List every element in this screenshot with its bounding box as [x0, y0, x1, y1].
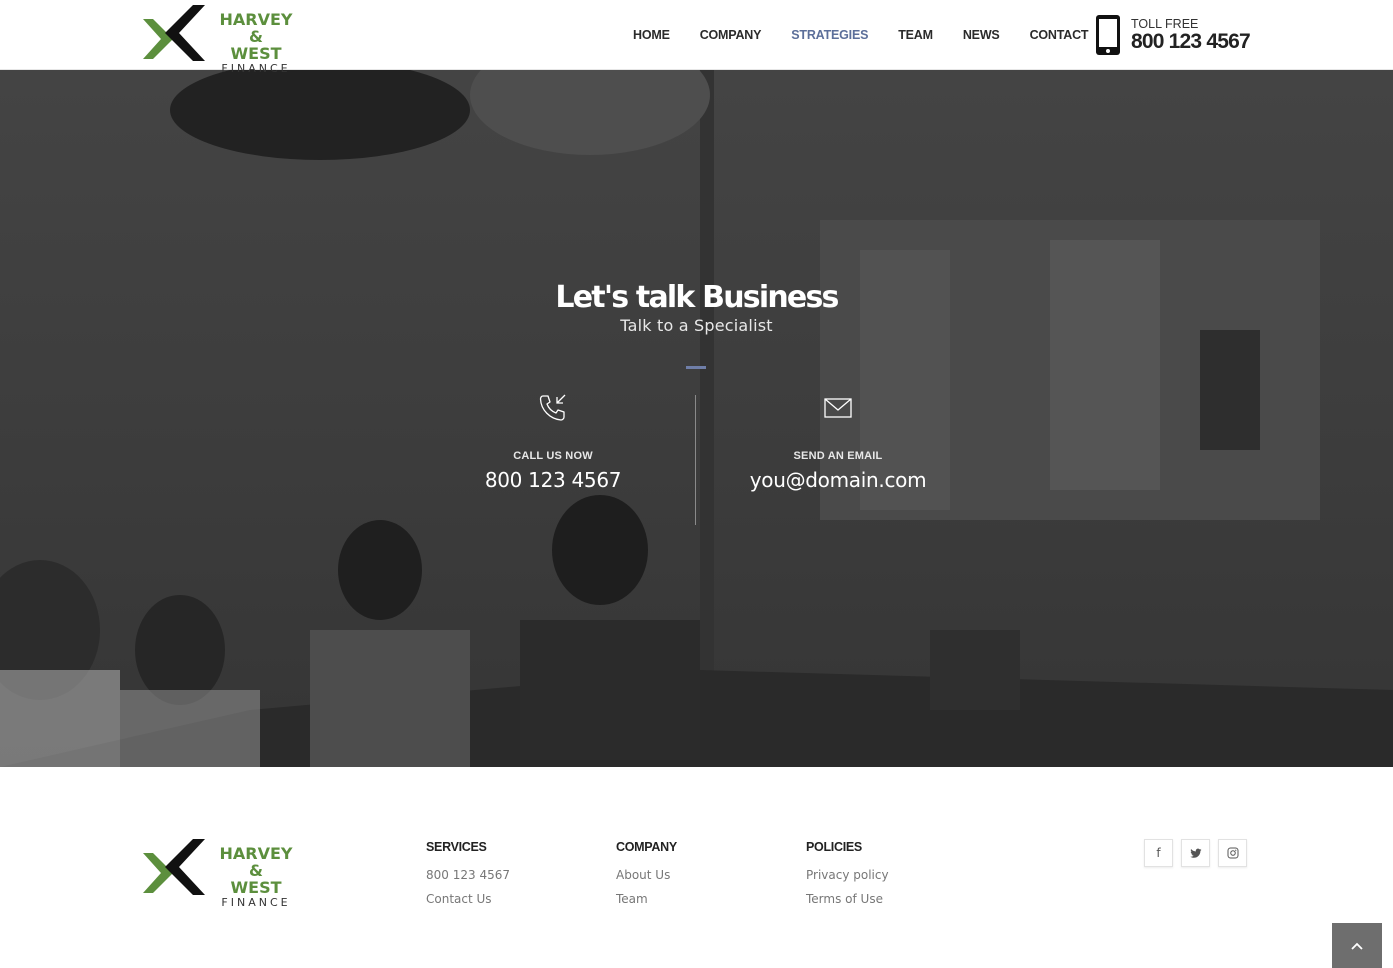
logo-text-line3: FINANCE — [221, 62, 291, 75]
footer-company-column: COMPANY About Us Team — [616, 840, 677, 911]
instagram-icon[interactable] — [1218, 839, 1247, 867]
chevron-up-icon — [1351, 942, 1363, 950]
logo-text-line1: HARVEY & — [219, 10, 293, 46]
hero-subtitle: Talk to a Specialist — [620, 316, 773, 335]
toll-free-label: TOLL FREE — [1131, 17, 1199, 31]
toll-free-block[interactable]: TOLL FREE 800 123 4567 — [1095, 12, 1251, 58]
instagram-glyph-icon — [1227, 847, 1238, 859]
call-us-block[interactable]: CALL US NOW 800 123 4567 — [403, 392, 703, 492]
logo-mark-icon — [143, 5, 205, 61]
footer-brand-logo[interactable]: HARVEY & WEST FINANCE — [143, 839, 303, 909]
toll-free-number: 800 123 4567 — [1131, 30, 1251, 53]
call-us-label: CALL US NOW — [513, 450, 593, 462]
email-address[interactable]: you@domain.com — [688, 468, 988, 492]
nav-contact[interactable]: CONTACT — [1030, 28, 1089, 42]
send-email-label: SEND AN EMAIL — [793, 450, 883, 462]
main-nav: HOME COMPANY STRATEGIES TEAM NEWS CONTAC… — [618, 0, 1103, 70]
twitter-bird-icon — [1189, 848, 1201, 858]
footer-policies-heading: POLICIES — [806, 840, 862, 854]
footer-link-team[interactable]: Team — [616, 887, 677, 911]
send-email-block[interactable]: SEND AN EMAIL you@domain.com — [688, 392, 988, 492]
smartphone-icon — [1096, 15, 1120, 55]
twitter-icon[interactable] — [1181, 839, 1210, 867]
footer-services-heading: SERVICES — [426, 840, 487, 854]
site-header: HARVEY & WEST FINANCE HOME COMPANY STRAT… — [0, 0, 1393, 75]
footer-policies-column: POLICIES Privacy policy Terms of Use — [806, 840, 889, 911]
hero-title: Let's talk Business — [555, 280, 839, 315]
logo-text-line1: HARVEY & — [219, 844, 293, 880]
back-to-top-button[interactable] — [1332, 923, 1382, 968]
contact-hero: Let's talk Business Talk to a Specialist… — [0, 70, 1393, 767]
brand-logo[interactable]: HARVEY & WEST FINANCE — [143, 5, 303, 75]
footer-link-contact-us[interactable]: Contact Us — [426, 887, 510, 911]
footer-link-privacy-policy[interactable]: Privacy policy — [806, 863, 889, 887]
logo-text-line2: WEST — [230, 44, 282, 63]
facebook-icon[interactable]: f — [1144, 839, 1173, 867]
logo-mark-icon — [143, 839, 205, 895]
footer-company-heading: COMPANY — [616, 840, 677, 854]
site-footer: HARVEY & WEST FINANCE SERVICES 800 123 4… — [0, 767, 1393, 968]
envelope-icon — [824, 398, 852, 418]
nav-strategies[interactable]: STRATEGIES — [791, 28, 868, 42]
title-accent-divider — [686, 366, 706, 369]
footer-link-terms-of-use[interactable]: Terms of Use — [806, 887, 889, 911]
logo-text-line3: FINANCE — [221, 896, 291, 909]
footer-services-column: SERVICES 800 123 4567 Contact Us — [426, 840, 510, 911]
call-us-number[interactable]: 800 123 4567 — [403, 468, 703, 492]
nav-home[interactable]: HOME — [633, 28, 670, 42]
logo-text-line2: WEST — [230, 878, 282, 897]
nav-company[interactable]: COMPANY — [700, 28, 762, 42]
phone-incoming-icon — [539, 394, 566, 421]
footer-link-about-us[interactable]: About Us — [616, 863, 677, 887]
nav-team[interactable]: TEAM — [898, 28, 933, 42]
nav-news[interactable]: NEWS — [963, 28, 1000, 42]
footer-link-phone[interactable]: 800 123 4567 — [426, 863, 510, 887]
social-links: f — [1144, 839, 1255, 867]
